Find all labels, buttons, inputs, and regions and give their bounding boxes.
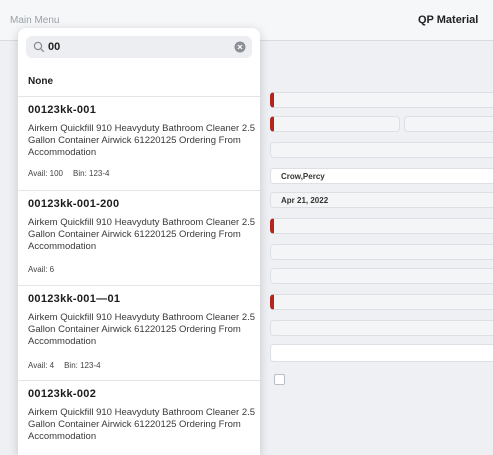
none-option[interactable]: None	[18, 68, 260, 97]
field-secondary[interactable]	[404, 116, 493, 132]
search-icon	[33, 41, 45, 53]
item-code: 00123kk-001—01	[28, 293, 121, 305]
result-item-4[interactable]: 00123kk-002 Airkem Quickfill 910 Heavydu…	[18, 380, 260, 455]
required-field-1[interactable]	[270, 92, 493, 108]
item-code: 00123kk-001-200	[28, 198, 120, 210]
item-meta: Avail: 6	[28, 265, 54, 274]
field-blank-1[interactable]	[270, 142, 493, 158]
search-query: 00	[48, 41, 61, 53]
field-blank-4[interactable]	[270, 320, 493, 336]
field-blank-3[interactable]	[270, 268, 493, 284]
date-field[interactable]: Apr 21, 2022	[270, 192, 493, 208]
material-form: Crow,Percy Apr 21, 2022	[262, 40, 493, 455]
item-description: Airkem Quickfill 910 Heavyduty Bathroom …	[28, 217, 256, 252]
item-avail: Avail: 100	[28, 169, 63, 178]
none-option-label: None	[28, 76, 53, 87]
checkbox[interactable]	[274, 374, 285, 385]
result-item-3[interactable]: 00123kk-001—01 Airkem Quickfill 910 Heav…	[18, 285, 260, 381]
item-avail: Avail: 4	[28, 361, 55, 370]
item-meta: Avail: 100 Bin: 123-4	[28, 169, 109, 178]
page-title: QP Material	[418, 14, 479, 26]
item-bin: Bin: 123-4	[73, 169, 110, 178]
item-description: Airkem Quickfill 910 Heavyduty Bathroom …	[28, 123, 256, 158]
item-bin: Bin: 123-4	[64, 361, 101, 370]
main-menu-link[interactable]: Main Menu	[10, 15, 59, 26]
field-blank-5[interactable]	[270, 344, 493, 362]
item-search-popover: 00 None 00123kk-001 Airkem Quickfill 910…	[18, 28, 260, 455]
requested-by-value: Crow,Percy	[281, 172, 325, 181]
item-description: Airkem Quickfill 910 Heavyduty Bathroom …	[28, 312, 256, 347]
item-code: 00123kk-002	[28, 388, 97, 400]
result-item-2[interactable]: 00123kk-001-200 Airkem Quickfill 910 Hea…	[18, 190, 260, 286]
required-field-2[interactable]	[270, 116, 400, 132]
item-meta: Avail: 4 Bin: 123-4	[28, 361, 101, 370]
field-blank-2[interactable]	[270, 244, 493, 260]
item-description: Airkem Quickfill 910 Heavyduty Bathroom …	[28, 407, 256, 442]
result-item-1[interactable]: 00123kk-001 Airkem Quickfill 910 Heavydu…	[18, 96, 260, 191]
date-value: Apr 21, 2022	[281, 196, 329, 205]
clear-icon[interactable]	[234, 41, 246, 53]
required-field-3[interactable]	[270, 218, 493, 234]
search-input[interactable]: 00	[26, 36, 252, 58]
item-avail: Avail: 6	[28, 265, 55, 274]
requested-by-field[interactable]: Crow,Percy	[270, 168, 493, 184]
required-field-4[interactable]	[270, 294, 493, 310]
item-code: 00123kk-001	[28, 104, 97, 116]
